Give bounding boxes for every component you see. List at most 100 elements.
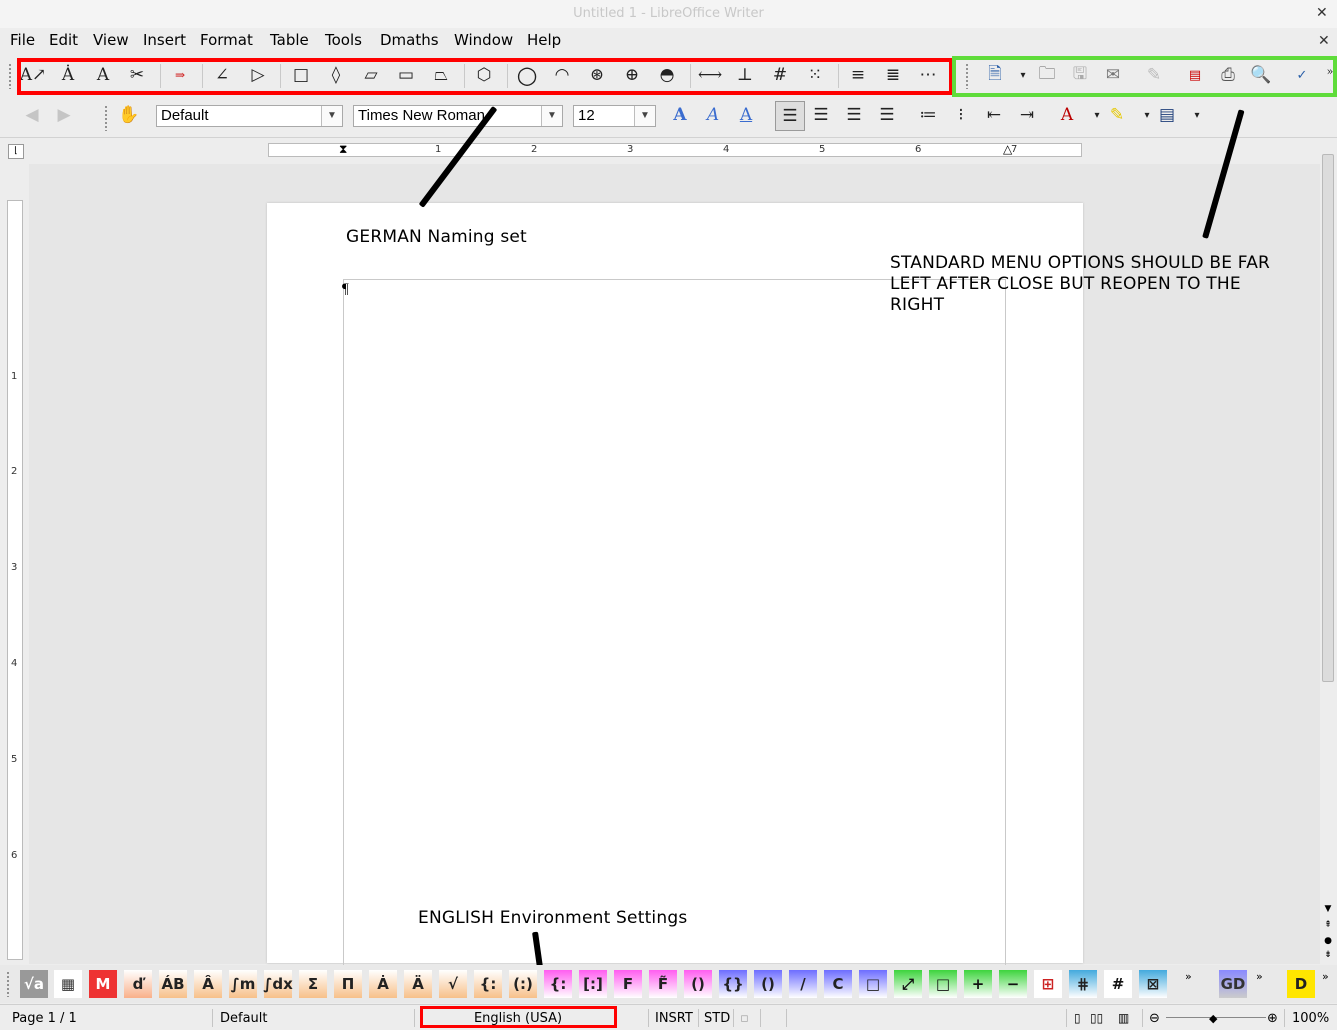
chevron-down-icon[interactable]: ▼	[321, 106, 342, 126]
underline-icon[interactable]: A	[733, 102, 759, 128]
horizontal-ruler[interactable]: 1 2 3 4 5 6 7 ⧗ △	[268, 142, 1082, 157]
dmaths-button-icon[interactable]: {}	[719, 970, 747, 998]
menu-view[interactable]: View	[93, 31, 129, 49]
italic-icon[interactable]: A	[700, 102, 726, 128]
background-dropdown-icon[interactable]: ▾	[1184, 102, 1210, 128]
dmaths-button-icon[interactable]: [:]	[579, 970, 607, 998]
previous-page-icon[interactable]: ⇞	[1322, 920, 1334, 930]
dmaths-button-icon[interactable]: {:	[474, 970, 502, 998]
font-size-select[interactable]: 12 ▼	[573, 105, 656, 127]
dmaths-button-icon[interactable]: F̃	[649, 970, 677, 998]
highlight-icon[interactable]: ✎	[1104, 102, 1130, 128]
document-modified-icon[interactable]: ▫	[740, 1011, 749, 1026]
zoom-in-icon[interactable]: ⊕	[1267, 1011, 1278, 1026]
right-indent-marker-icon[interactable]: △	[1003, 142, 1012, 156]
book-view-icon[interactable]: ▥	[1118, 1011, 1129, 1025]
bold-icon[interactable]: A	[667, 102, 693, 128]
chevron-down-icon[interactable]: ▼	[541, 106, 562, 126]
justify-icon[interactable]: ☰	[874, 102, 900, 128]
numbering-icon[interactable]: ≔	[915, 102, 941, 128]
scroll-down-icon[interactable]: ▼	[1322, 904, 1334, 914]
dmaths-button-icon[interactable]: C	[824, 970, 852, 998]
vertical-ruler[interactable]: 1 2 3 4 5 6	[7, 200, 23, 960]
dmaths-button-icon[interactable]: D	[1287, 970, 1315, 998]
page-count[interactable]: Page 1 / 1	[12, 1011, 77, 1026]
background-color-icon[interactable]: ▤	[1154, 102, 1180, 128]
menu-insert[interactable]: Insert	[143, 31, 186, 49]
menu-tools[interactable]: Tools	[325, 31, 362, 49]
dmaths-button-icon[interactable]: ⊞	[1034, 970, 1062, 998]
bullets-icon[interactable]: ⁝	[948, 102, 974, 128]
next-page-icon[interactable]: ⇟	[1322, 950, 1334, 960]
dmaths-button-icon[interactable]: Ȧ	[369, 970, 397, 998]
dmaths-button-icon[interactable]: ()	[754, 970, 782, 998]
dmaths-button-icon[interactable]: #	[1104, 970, 1132, 998]
dmaths-button-icon[interactable]: ď	[124, 970, 152, 998]
dmaths-button-icon[interactable]: ⊠	[1139, 970, 1167, 998]
dmaths-button-icon[interactable]: −	[999, 970, 1027, 998]
dmaths-button-icon[interactable]: ⤢	[894, 970, 922, 998]
back-icon[interactable]: ◀	[19, 102, 45, 128]
zoom-level[interactable]: 100%	[1292, 1011, 1329, 1026]
dmaths-button-icon[interactable]: ∫dx	[263, 970, 293, 998]
dmaths-button-icon[interactable]: +	[964, 970, 992, 998]
dmaths-button-icon[interactable]: ÁB	[159, 970, 187, 998]
zoom-out-icon[interactable]: ⊖	[1149, 1011, 1160, 1026]
dmaths-button-icon[interactable]: /	[789, 970, 817, 998]
dmaths-button-icon[interactable]: √a	[20, 970, 48, 998]
dmaths-button-icon[interactable]: ⋕	[1069, 970, 1097, 998]
align-right-icon[interactable]: ☰	[841, 102, 867, 128]
menu-edit[interactable]: Edit	[49, 31, 78, 49]
dmaths-button-icon[interactable]: {:	[544, 970, 572, 998]
menu-help[interactable]: Help	[527, 31, 561, 49]
toolbar-grip[interactable]	[104, 105, 108, 131]
zoom-slider-handle[interactable]: ◆	[1209, 1012, 1217, 1025]
page-style[interactable]: Default	[220, 1011, 268, 1026]
dmaths-button-icon[interactable]: □	[929, 970, 957, 998]
dmaths-button-icon[interactable]: Σ	[299, 970, 327, 998]
dmaths-button-icon[interactable]: Π	[334, 970, 362, 998]
tab-stop-icon[interactable]: ⌊	[8, 144, 24, 159]
menu-table[interactable]: Table	[270, 31, 309, 49]
styles-icon[interactable]: ✋	[116, 102, 142, 128]
insert-mode[interactable]: INSRT	[655, 1011, 693, 1026]
selection-mode[interactable]: STD	[704, 1011, 730, 1026]
scrollbar-thumb[interactable]	[1322, 154, 1334, 682]
dmaths-button-icon[interactable]: GD	[1219, 970, 1247, 998]
dmaths-button-icon[interactable]: F	[614, 970, 642, 998]
paragraph-style-select[interactable]: Default ▼	[156, 105, 343, 127]
align-left-icon[interactable]: ☰	[775, 101, 805, 131]
navigator-icon[interactable]: ●	[1322, 936, 1334, 946]
font-color-icon[interactable]: A	[1054, 102, 1080, 128]
forward-icon[interactable]: ▶	[51, 102, 77, 128]
dmaths-button-icon[interactable]: ∫m	[229, 970, 257, 998]
multi-page-view-icon[interactable]: ▯▯	[1090, 1011, 1103, 1025]
toolbar-grip[interactable]	[6, 971, 10, 997]
menu-window[interactable]: Window	[454, 31, 513, 49]
dmaths-button-icon[interactable]: □	[859, 970, 887, 998]
separator	[1284, 1009, 1285, 1027]
dmaths-button-icon[interactable]: Ä	[404, 970, 432, 998]
toolbar-grip[interactable]	[8, 63, 12, 89]
document-close-icon[interactable]: ✕	[1318, 33, 1330, 49]
window-close-icon[interactable]: ✕	[1316, 5, 1328, 21]
dmaths-button-icon[interactable]: ()	[684, 970, 712, 998]
dmaths-button-icon[interactable]: M	[89, 970, 117, 998]
single-page-view-icon[interactable]: ▯	[1074, 1011, 1081, 1025]
overflow-chevron-icon[interactable]: »	[1185, 970, 1192, 983]
overflow-chevron-icon[interactable]: »	[1256, 970, 1263, 983]
menu-dmaths[interactable]: Dmaths	[380, 31, 439, 49]
align-center-icon[interactable]: ☰	[808, 102, 834, 128]
menu-format[interactable]: Format	[200, 31, 253, 49]
dmaths-button-icon[interactable]: ▦	[54, 970, 82, 998]
overflow-chevron-icon[interactable]: »	[1322, 970, 1329, 983]
decrease-indent-icon[interactable]: ⇤	[981, 102, 1007, 128]
increase-indent-icon[interactable]: ⇥	[1014, 102, 1040, 128]
dmaths-button-icon[interactable]: √	[439, 970, 467, 998]
font-name-select[interactable]: Times New Roman ▼	[353, 105, 563, 127]
dmaths-button-icon[interactable]: (:)	[509, 970, 537, 998]
chevron-down-icon[interactable]: ▼	[634, 106, 655, 126]
menu-file[interactable]: File	[10, 31, 35, 49]
left-indent-marker-icon[interactable]: ⧗	[339, 142, 347, 157]
dmaths-button-icon[interactable]: Â	[194, 970, 222, 998]
